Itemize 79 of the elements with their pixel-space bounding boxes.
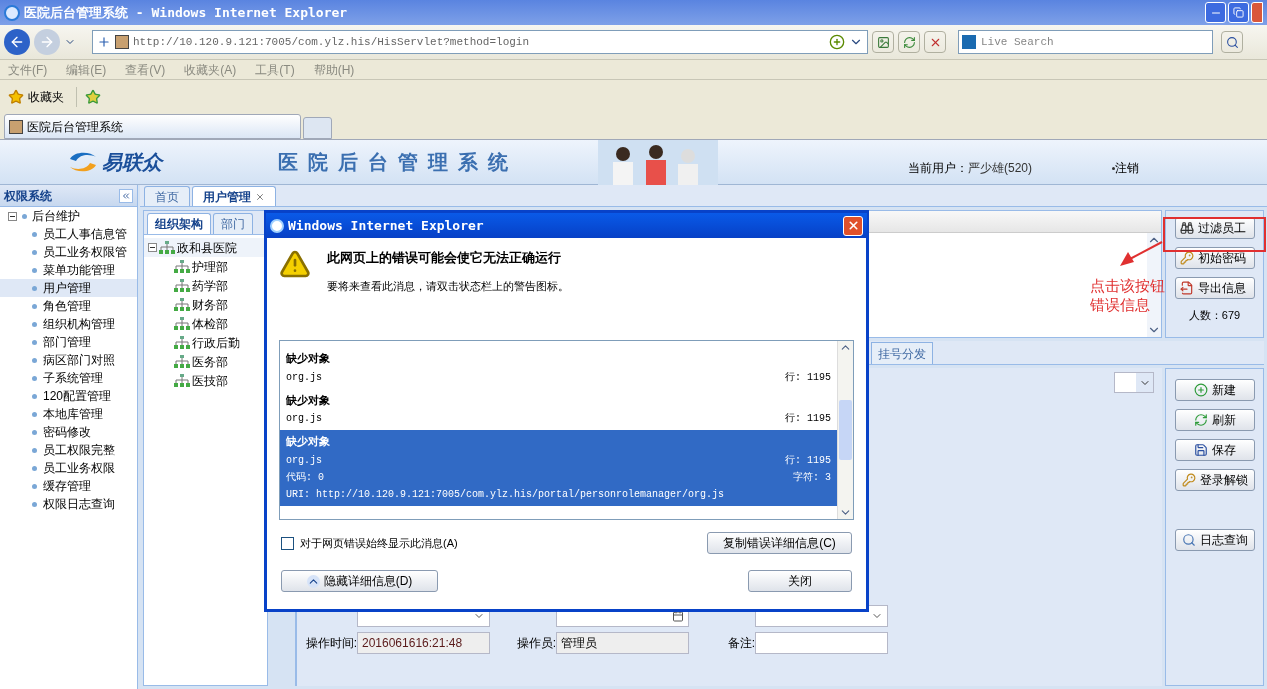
action-button[interactable]: 登录解锁	[1174, 469, 1255, 491]
tree-item[interactable]: 缓存管理	[0, 477, 137, 495]
tree-item[interactable]: 部门管理	[0, 333, 137, 351]
tree-item[interactable]: 财务部	[192, 295, 228, 314]
tree-item[interactable]: 角色管理	[0, 297, 137, 315]
error-line: 行: 1195	[785, 412, 831, 426]
action-button[interactable]: 日志查询	[1174, 529, 1255, 551]
action-button[interactable]: 刷新	[1174, 409, 1255, 431]
system-title: 医院后台管理系统	[278, 149, 518, 176]
field-label: 备注:	[726, 635, 755, 652]
url-text: http://10.120.9.121:7005/com.ylz.his/HisServlet?method=login	[133, 34, 530, 50]
tree-item[interactable]: 行政后勤	[192, 333, 240, 352]
tab[interactable]: 部门	[213, 213, 253, 234]
tree-item[interactable]: 本地库管理	[0, 405, 137, 423]
error-line: 行: 1195	[785, 370, 831, 385]
tree-item[interactable]: 体检部	[192, 314, 228, 333]
tree-item[interactable]: 护理部	[192, 257, 228, 276]
window-title: 医院后台管理系统 - Windows Internet Explorer	[24, 3, 348, 22]
logout-link[interactable]: 注销	[1115, 159, 1139, 177]
tree-item[interactable]: 医技部	[192, 371, 228, 390]
field-label: 操作员:	[515, 635, 556, 652]
logo-text: 易联众	[102, 150, 162, 175]
error-code: 代码: 0	[286, 470, 324, 485]
tab[interactable]: 挂号分发	[871, 342, 933, 364]
error-title: 缺少对象	[286, 351, 331, 367]
tree-item[interactable]: 菜单功能管理	[0, 261, 137, 279]
tree-item[interactable]: 组织机构管理	[0, 315, 137, 333]
action-button[interactable]: 初始密码	[1174, 247, 1255, 269]
checkbox-label[interactable]: 对于网页错误始终显示此消息(A)	[300, 534, 458, 552]
error-entry[interactable]: 缺少对象 org.js 行: 1195 代码: 0 字符: 3 URI: http://10.120.9.121:7005/com.ylz.his/portal/personrolemanager/org.js	[280, 430, 837, 506]
dialog-title: Windows Internet Explorer	[288, 216, 484, 235]
tree-item[interactable]: 子系统管理	[0, 369, 137, 387]
sidebar-title: 权限系统	[4, 187, 52, 205]
text-field[interactable]: 2016061616:21:48	[357, 632, 490, 654]
text-field[interactable]: 管理员	[556, 632, 689, 654]
tree-item[interactable]: 员工权限完整	[0, 441, 137, 459]
search-field[interactable]: Live Search	[958, 30, 1213, 54]
close-dialog-button[interactable]: 关闭	[748, 570, 852, 592]
action-button[interactable]: 导出信息	[1174, 277, 1255, 299]
action-button[interactable]: 新建	[1174, 379, 1255, 401]
tab[interactable]: 组织架构	[147, 213, 211, 234]
tree-item[interactable]: 员工业务权限管	[0, 243, 137, 261]
copy-details-button[interactable]: 复制错误详细信息(C)	[707, 532, 852, 554]
tree-item[interactable]: 员工业务权限	[0, 459, 137, 477]
tree-item[interactable]: 药学部	[192, 276, 228, 295]
error-char: 字符: 3	[793, 470, 831, 485]
error-uri: URI: http://10.120.9.121:7005/com.ylz.his/portal/personrolemanager/org.js	[286, 487, 726, 502]
action-button[interactable]: 过滤员工	[1174, 217, 1255, 239]
error-entry[interactable]: 缺少对象 org.js 行: 1195	[280, 347, 837, 389]
error-file: org.js	[286, 370, 322, 385]
user-name: 严少雄(520)	[968, 160, 1032, 177]
tree-item[interactable]: 病区部门对照	[0, 351, 137, 369]
error-title: 缺少对象	[286, 392, 331, 409]
field-label: 操作时间:	[304, 635, 357, 652]
address-field[interactable]: http://10.120.9.121:7005/com.ylz.his/HisServlet?method=login	[92, 30, 868, 54]
error-file: org.js	[286, 412, 322, 426]
tree-item[interactable]: 用户管理	[0, 279, 137, 297]
annotation-text: 点击该按钮 错误信息	[1090, 276, 1165, 314]
hide-details-button[interactable]: 隐藏详细信息(D)	[281, 570, 438, 592]
tree-item[interactable]: 后台维护	[32, 207, 80, 225]
dialog-message: 要将来查看此消息，请双击状态栏上的警告图标。	[327, 278, 569, 294]
error-line: 行: 1195	[785, 453, 831, 468]
tab[interactable]: 首页	[144, 186, 190, 206]
action-button[interactable]: 保存	[1174, 439, 1255, 461]
error-file: org.js	[286, 453, 322, 468]
tab-title: 医院后台管理系统	[27, 118, 123, 136]
tab[interactable]: 用户管理	[192, 186, 276, 206]
tree-item[interactable]: 权限日志查询	[0, 495, 137, 513]
tree-item[interactable]: 密码修改	[0, 423, 137, 441]
tree-item[interactable]: 医务部	[192, 352, 228, 371]
favorites-label[interactable]: 收藏夹	[28, 87, 64, 106]
error-entry[interactable]: 缺少对象 org.js 行: 1195	[280, 388, 837, 430]
tree-item[interactable]: 员工人事信息管	[0, 225, 137, 243]
browser-tab[interactable]: 医院后台管理系统	[4, 114, 301, 139]
dialog-heading: 此网页上的错误可能会使它无法正确运行	[327, 249, 562, 267]
tree-item[interactable]: 120配置管理	[0, 387, 137, 405]
error-title: 缺少对象	[286, 434, 331, 450]
user-count: 人数：679	[1188, 308, 1241, 323]
user-label: 当前用户：	[908, 160, 968, 177]
